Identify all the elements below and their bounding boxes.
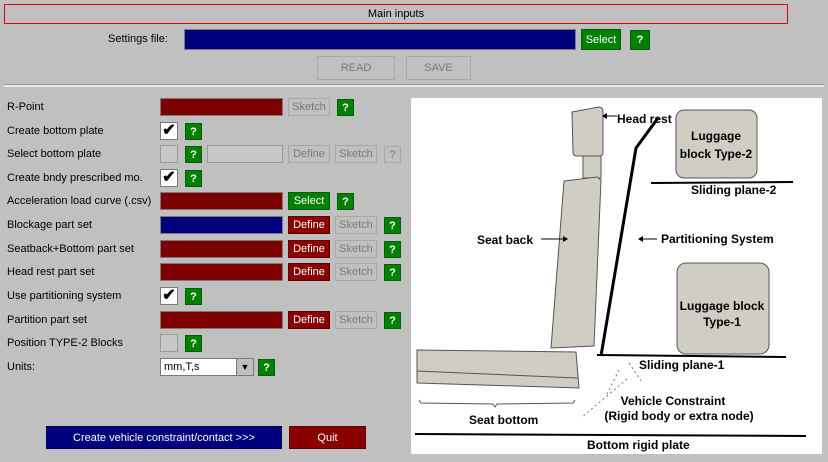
chevron-down-icon[interactable]: ▼ [236, 359, 253, 375]
create-bndy-label: Create bndy prescribed mo. [7, 172, 143, 184]
head-rest-help-button[interactable]: ? [384, 264, 401, 281]
partition-set-sketch-button[interactable]: Sketch [335, 311, 377, 329]
label-head-rest: Head rest [617, 112, 672, 126]
label-bottom-rigid-plate: Bottom rigid plate [587, 438, 690, 452]
blockage-field[interactable] [160, 216, 283, 234]
main-inputs-header: Main inputs [4, 4, 788, 24]
seatback-bottom-field[interactable] [160, 240, 283, 258]
select-bottom-plate-field[interactable] [207, 145, 283, 163]
create-bndy-checkbox[interactable]: ✔ [160, 169, 178, 187]
label-luggage2-line1: Luggage [691, 129, 741, 143]
type2-blocks-help-button[interactable]: ? [185, 335, 202, 352]
label-luggage2-line2: block Type-2 [680, 147, 753, 161]
settings-file-label: Settings file: [108, 33, 168, 45]
r-point-sketch-button[interactable]: Sketch [288, 98, 330, 116]
seat-diagram: Head rest Luggage block Type-2 Sliding p… [411, 98, 822, 454]
save-button[interactable]: SAVE [406, 56, 471, 80]
quit-button[interactable]: Quit [289, 426, 366, 449]
units-value: mm,T,s [164, 361, 200, 373]
partition-set-label: Partition part set [7, 314, 88, 326]
use-partitioning-label: Use partitioning system [7, 290, 122, 302]
type2-blocks-label: Position TYPE-2 Blocks [7, 337, 123, 349]
blockage-label: Blockage part set [7, 219, 92, 231]
label-seat-back: Seat back [477, 233, 533, 247]
blockage-help-button[interactable]: ? [384, 217, 401, 234]
accel-curve-field[interactable] [160, 192, 283, 210]
r-point-field[interactable] [160, 98, 283, 116]
head-rest-define-button[interactable]: Define [288, 263, 330, 281]
units-label: Units: [7, 361, 36, 373]
seatback-bottom-help-button[interactable]: ? [384, 241, 401, 258]
partition-set-field[interactable] [160, 311, 283, 329]
seatback-bottom-sketch-button[interactable]: Sketch [335, 240, 377, 258]
accel-curve-select-button[interactable]: Select [288, 192, 330, 210]
label-vehicle-constraint-line2: (Rigid body or extra node) [604, 409, 753, 423]
accel-curve-label: Acceleration load curve (.csv) [7, 195, 152, 207]
r-point-help-button[interactable]: ? [337, 99, 354, 116]
create-vehicle-constraint-button[interactable]: Create vehicle constraint/contact >>> [46, 426, 282, 449]
create-bottom-plate-label: Create bottom plate [7, 125, 104, 137]
select-bottom-plate-help2-button[interactable]: ? [384, 146, 401, 163]
select-bottom-plate-label: Select bottom plate [7, 148, 102, 160]
partition-set-help-button[interactable]: ? [384, 312, 401, 329]
head-rest-label: Head rest part set [7, 266, 95, 278]
select-bottom-plate-button[interactable] [160, 145, 178, 163]
select-bottom-plate-sketch-button[interactable]: Sketch [335, 145, 377, 163]
create-bndy-help-button[interactable]: ? [185, 170, 202, 187]
settings-select-button[interactable]: Select [581, 29, 621, 50]
units-select[interactable]: mm,T,s ▼ [160, 358, 254, 376]
create-bottom-plate-checkbox[interactable]: ✔ [160, 122, 178, 140]
head-rest-sketch-button[interactable]: Sketch [335, 263, 377, 281]
seatback-bottom-label: Seatback+Bottom part set [7, 243, 134, 255]
units-help-button[interactable]: ? [258, 359, 275, 376]
select-bottom-plate-help-button[interactable]: ? [185, 146, 202, 163]
label-vehicle-constraint-line1: Vehicle Constraint [621, 394, 726, 408]
accel-curve-help-button[interactable]: ? [337, 193, 354, 210]
use-partitioning-checkbox[interactable]: ✔ [160, 287, 178, 305]
label-partitioning-system: Partitioning System [661, 232, 774, 246]
settings-help-button[interactable]: ? [630, 30, 650, 50]
r-point-label: R-Point [7, 101, 44, 113]
select-bottom-plate-define-button[interactable]: Define [288, 145, 330, 163]
separator [4, 84, 824, 87]
use-partitioning-help-button[interactable]: ? [185, 288, 202, 305]
read-button[interactable]: READ [317, 56, 395, 80]
label-sliding-plane-2: Sliding plane-2 [691, 183, 777, 197]
partition-set-define-button[interactable]: Define [288, 311, 330, 329]
blockage-define-button[interactable]: Define [288, 216, 330, 234]
blockage-sketch-button[interactable]: Sketch [335, 216, 377, 234]
seatback-bottom-define-button[interactable]: Define [288, 240, 330, 258]
head-rest-field[interactable] [160, 263, 283, 281]
create-bottom-plate-help-button[interactable]: ? [185, 123, 202, 140]
type2-blocks-checkbox[interactable] [160, 334, 178, 352]
label-seat-bottom: Seat bottom [469, 413, 538, 427]
settings-file-field[interactable] [184, 29, 576, 50]
label-luggage1-line2: Type-1 [703, 315, 741, 329]
label-luggage1-line1: Luggage block [680, 299, 765, 313]
label-sliding-plane-1: Sliding plane-1 [639, 358, 725, 372]
